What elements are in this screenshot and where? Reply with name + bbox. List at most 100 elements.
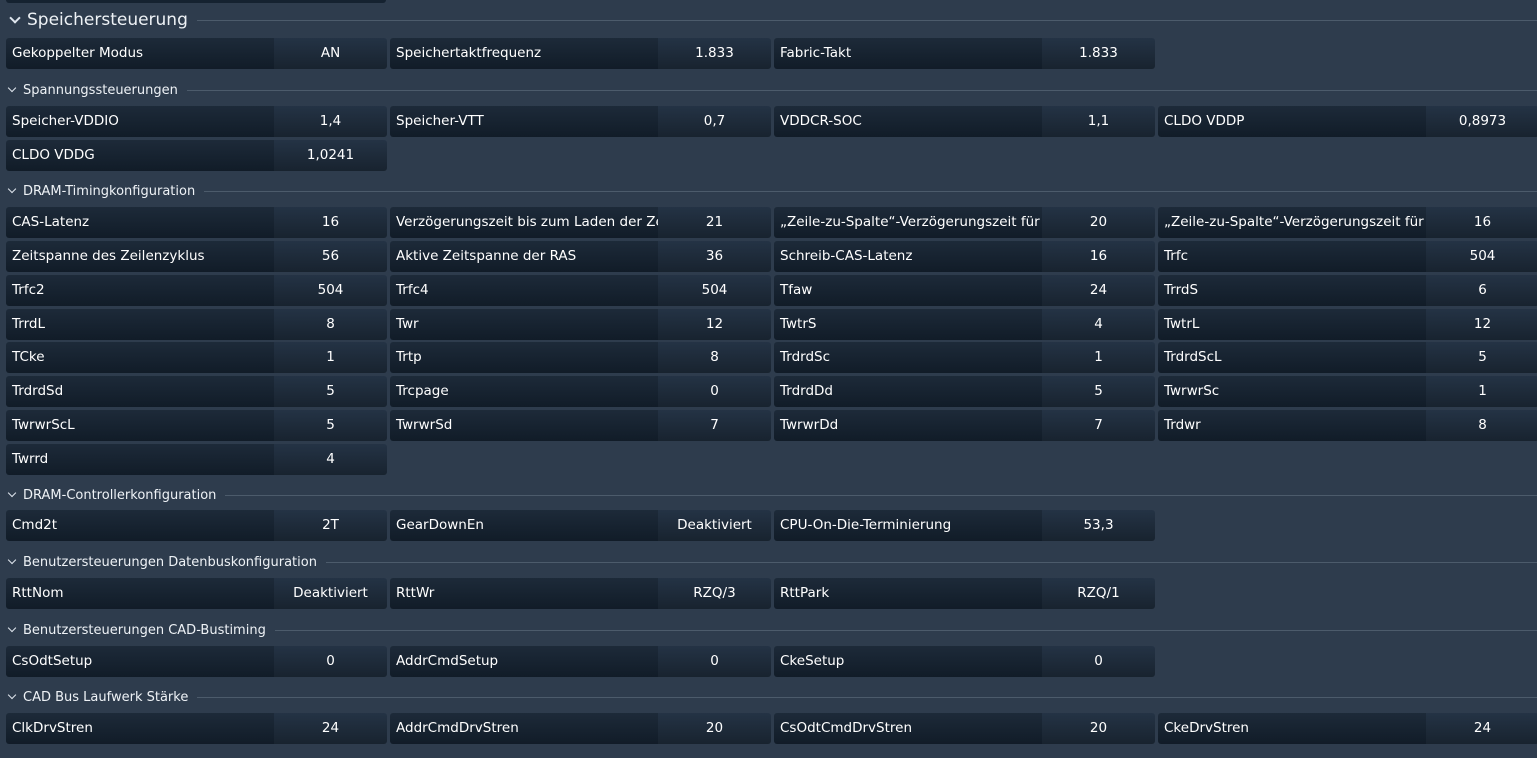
setting-addrcmddrvstren: AddrCmdDrvStren 20 [390,713,771,744]
setting-value[interactable]: 21 [658,207,771,238]
setting-value[interactable]: Deaktiviert [274,578,387,609]
chevron-down-icon[interactable] [5,620,21,640]
setting-value[interactable]: RZQ/3 [658,578,771,609]
setting-gekoppelter-modus: Gekoppelter Modus AN [6,38,387,69]
setting-value[interactable]: 24 [1426,713,1537,744]
section-header-dram-controllerkonfiguration[interactable]: DRAM-Controllerkonfiguration [0,486,1537,504]
setting-value[interactable]: 12 [658,309,771,340]
setting-label: TrdrdScL [1158,342,1426,373]
setting-value[interactable]: 1 [1426,376,1537,407]
setting-value[interactable]: 504 [274,275,387,306]
setting-value[interactable]: Deaktiviert [658,510,771,541]
section-title: Benutzersteuerungen Datenbuskonfiguratio… [23,554,317,570]
setting-value[interactable]: 16 [274,207,387,238]
setting-value[interactable]: 1,0241 [274,140,387,171]
setting-value[interactable]: 36 [658,241,771,272]
chevron-down-icon[interactable] [5,80,21,100]
setting-label: Twr [390,309,658,340]
setting-value[interactable]: RZQ/1 [1042,578,1155,609]
setting-cpu-on-die-terminierung: CPU-On-Die-Terminierung 53,3 [774,510,1155,541]
section-header-spannungssteuerungen[interactable]: Spannungssteuerungen [0,81,1537,99]
setting-value[interactable]: 0 [658,376,771,407]
section-header-benutzersteuerungen-datenbuskonfiguration[interactable]: Benutzersteuerungen Datenbuskonfiguratio… [0,553,1537,571]
chevron-down-icon[interactable] [5,687,21,707]
setting-value[interactable]: 1.833 [658,38,771,69]
setting-value[interactable]: 1,1 [1042,106,1155,137]
setting-trdrdscl: TrdrdScL 5 [1158,342,1537,373]
section-header-dram-timingkonfiguration[interactable]: DRAM-Timingkonfiguration [0,182,1537,200]
setting-value[interactable]: 16 [1426,207,1537,238]
setting-value[interactable]: 4 [274,444,387,475]
section-header-benutzersteuerungen-cad-bustiming[interactable]: Benutzersteuerungen CAD-Bustiming [0,621,1537,639]
setting-value[interactable]: 12 [1426,309,1537,340]
setting-value[interactable]: 5 [274,376,387,407]
setting-twrwrsc: TwrwrSc 1 [1158,376,1537,407]
setting-label: TwrwrDd [774,410,1042,441]
setting-fabric-takt: Fabric-Takt 1.833 [774,38,1155,69]
setting-value[interactable]: 6 [1426,275,1537,306]
setting-value[interactable]: 0,7 [658,106,771,137]
setting-value[interactable]: 7 [1042,410,1155,441]
setting-value[interactable]: 16 [1042,241,1155,272]
setting-value[interactable]: 56 [274,241,387,272]
setting-label: Aktive Zeitspanne der RAS [390,241,658,272]
setting-value[interactable]: 504 [1426,241,1537,272]
setting-label: GearDownEn [390,510,658,541]
setting-trdrddd: TrdrdDd 5 [774,376,1155,407]
setting-value[interactable]: 1 [1042,342,1155,373]
chevron-down-icon[interactable] [5,181,21,201]
section-title: DRAM-Timingkonfiguration [23,183,196,199]
setting-value[interactable]: 5 [274,410,387,441]
setting-label: RttPark [774,578,1042,609]
setting-rttpark: RttPark RZQ/1 [774,578,1155,609]
section-header-speichersteuerung[interactable]: Speichersteuerung [0,8,1537,32]
setting-value[interactable]: 20 [1042,713,1155,744]
setting-value[interactable]: 24 [1042,275,1155,306]
setting-value[interactable]: 8 [274,309,387,340]
setting-aktive-zeitspanne-der-ras: Aktive Zeitspanne der RAS 36 [390,241,771,272]
setting-label: Zeitspanne des Zeilenzyklus [6,241,274,272]
setting-value[interactable]: 0 [274,646,387,677]
setting-label: CLDO VDDP [1158,106,1426,137]
chevron-down-icon[interactable] [5,10,25,30]
setting-value[interactable]: 1 [274,342,387,373]
setting-label: Trfc [1158,241,1426,272]
setting-value[interactable]: 20 [658,713,771,744]
setting-tfaw: Tfaw 24 [774,275,1155,306]
setting-label: Speicher-VTT [390,106,658,137]
setting-value[interactable]: 8 [658,342,771,373]
setting-label: Trcpage [390,376,658,407]
setting-value[interactable]: 5 [1042,376,1155,407]
setting-value[interactable]: 2T [274,510,387,541]
setting-value[interactable]: AN [274,38,387,69]
setting-value[interactable]: 24 [274,713,387,744]
setting-label: Trdwr [1158,410,1426,441]
setting-tcke: TCke 1 [6,342,387,373]
chevron-down-icon[interactable] [5,485,21,505]
setting-clkdrvstren: ClkDrvStren 24 [6,713,387,744]
section-divider [274,629,1537,631]
setting-zeile-zu-spalte-verzoegerungszeit-fuer-l: „Zeile-zu-Spalte“-Verzögerungszeit für L… [774,207,1155,238]
section-header-cad-bus-laufwerk-staerke[interactable]: CAD Bus Laufwerk Stärke [0,688,1537,706]
setting-value[interactable]: 1.833 [1042,38,1155,69]
setting-twtrl: TwtrL 12 [1158,309,1537,340]
setting-value[interactable]: 0,8973 [1426,106,1537,137]
setting-value[interactable]: 8 [1426,410,1537,441]
setting-value[interactable]: 0 [658,646,771,677]
setting-vddcr-soc: VDDCR-SOC 1,1 [774,106,1155,137]
setting-value[interactable]: 53,3 [1042,510,1155,541]
setting-schreib-cas-latenz: Schreib-CAS-Latenz 16 [774,241,1155,272]
setting-value[interactable]: 0 [1042,646,1155,677]
previous-row-stub [6,0,386,3]
setting-label: TwtrL [1158,309,1426,340]
setting-value[interactable]: 20 [1042,207,1155,238]
setting-label: AddrCmdSetup [390,646,658,677]
setting-label: TrdrdSd [6,376,274,407]
chevron-down-icon[interactable] [5,552,21,572]
setting-value[interactable]: 5 [1426,342,1537,373]
setting-geardownen: GearDownEn Deaktiviert [390,510,771,541]
setting-value[interactable]: 1,4 [274,106,387,137]
setting-value[interactable]: 7 [658,410,771,441]
setting-value[interactable]: 4 [1042,309,1155,340]
setting-value[interactable]: 504 [658,275,771,306]
